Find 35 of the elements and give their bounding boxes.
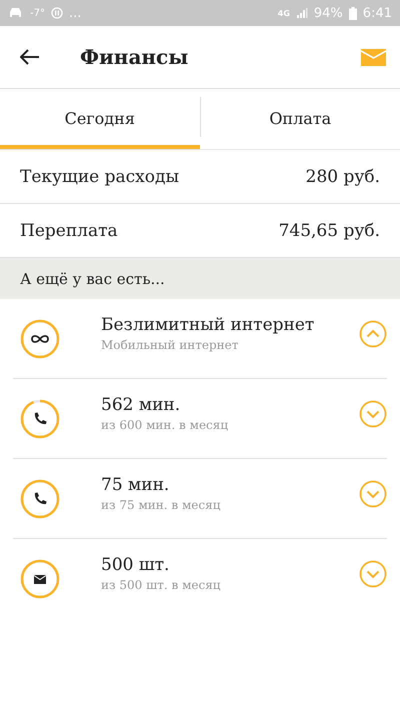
package-title: 500 шт. [101,555,170,575]
signal-icon [296,7,308,19]
envelope-icon[interactable] [361,48,386,66]
battery-icon [348,6,357,20]
clock-text: 6:41 [362,6,392,20]
temperature-text: -7° [30,8,45,18]
collapse-button[interactable] [359,320,387,348]
screen-title: Финансы [80,45,190,69]
pause-icon [50,7,63,19]
package-subtitle: из 600 мин. в месяц [101,418,230,432]
phone-ring-icon [19,478,61,520]
summary-value: 745,65 руб. [278,220,380,240]
package-subtitle: из 75 мин. в месяц [101,498,222,512]
summary-label: Текущие расходы [20,166,179,186]
expand-button[interactable] [359,400,387,428]
package-title: 75 мин. [101,475,170,495]
phone-ring-icon [19,398,61,440]
section-header: А ещё у вас есть... [0,258,400,299]
package-subtitle: Мобильный интернет [101,338,240,352]
expand-button[interactable] [359,480,387,508]
summary-value: 280 руб. [306,166,380,186]
package-title: Безлимитный интернет [101,315,316,335]
back-arrow-icon[interactable] [20,49,40,65]
package-subtitle: из 500 шт. в месяц [101,578,222,592]
envelope-ring-icon [19,558,61,600]
tab[interactable]: Оплата [200,89,400,149]
tab[interactable]: Сегодня [0,89,200,149]
expand-button[interactable] [359,560,387,588]
infinity-ring-icon [19,318,61,360]
battery-percent-text: 94% [314,6,343,20]
more-notifications-text: ... [68,6,82,20]
summary-label: Переплата [20,220,118,240]
network-type-text: 4G [278,8,290,18]
package-title: 562 мин. [101,395,182,415]
car-icon [8,7,24,19]
